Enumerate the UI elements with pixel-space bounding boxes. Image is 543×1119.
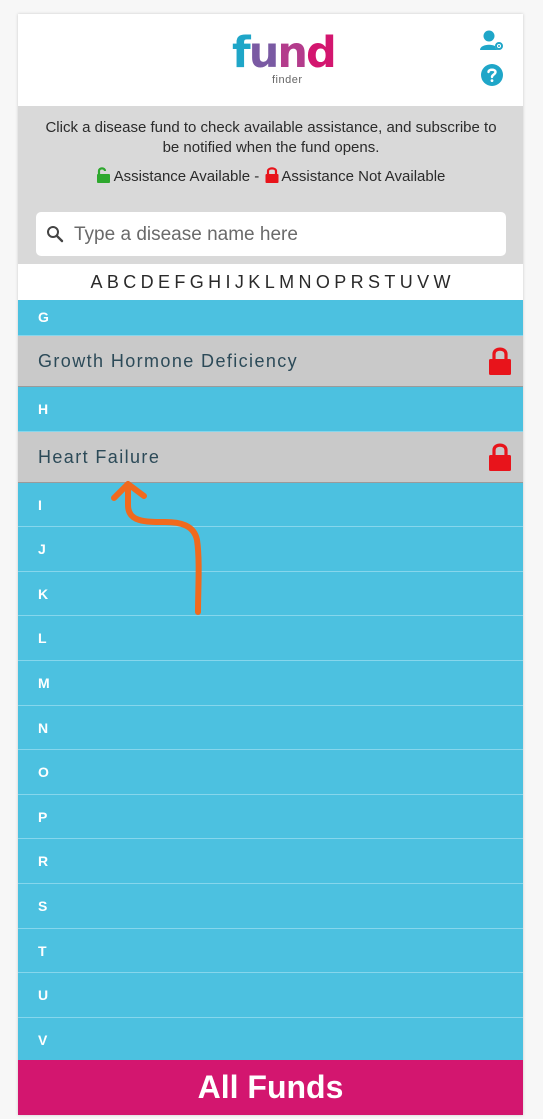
letter-header-u[interactable]: U bbox=[18, 973, 523, 1018]
header: fund finder bbox=[18, 14, 523, 106]
lock-icon bbox=[487, 442, 513, 472]
lock-icon bbox=[487, 346, 513, 376]
search-icon bbox=[47, 226, 64, 243]
alphabet-letter-d[interactable]: D bbox=[138, 272, 155, 293]
letter-header-r[interactable]: R bbox=[18, 839, 523, 884]
alphabet-letter-p[interactable]: P bbox=[332, 272, 348, 293]
letter-header-v[interactable]: V bbox=[18, 1017, 523, 1063]
logo-letter: u bbox=[248, 28, 280, 78]
letter-header-n[interactable]: N bbox=[18, 705, 523, 751]
search-box bbox=[36, 212, 506, 256]
letter-header-o[interactable]: O bbox=[18, 750, 523, 795]
alphabet-letter-w[interactable]: W bbox=[431, 272, 452, 293]
legend-available-label: Assistance Available - bbox=[113, 168, 264, 185]
alphabet-letter-f[interactable]: F bbox=[172, 272, 187, 293]
alphabet-letter-r[interactable]: R bbox=[348, 272, 365, 293]
alphabet-letter-u[interactable]: U bbox=[398, 272, 415, 293]
instructions-text: Click a disease fund to check available … bbox=[45, 119, 497, 156]
legend-not-available-label: Assistance Not Available bbox=[281, 168, 446, 185]
question-circle-icon[interactable] bbox=[479, 62, 505, 88]
letter-header-g[interactable]: G bbox=[18, 300, 523, 336]
alphabet-letter-k[interactable]: K bbox=[246, 272, 262, 293]
legend: Assistance Available - Assistance Not Av… bbox=[18, 166, 523, 185]
fund-name: Growth Hormone Deficiency bbox=[38, 351, 299, 371]
letter-header-i[interactable]: I bbox=[18, 482, 523, 528]
alphabet-letter-v[interactable]: V bbox=[415, 272, 431, 293]
letter-header-m[interactable]: M bbox=[18, 660, 523, 706]
fund-item-heart-failure[interactable]: Heart Failure bbox=[18, 431, 523, 483]
logo-letter: f bbox=[232, 28, 251, 78]
alphabet-letter-t[interactable]: T bbox=[382, 272, 397, 293]
user-gear-icon[interactable] bbox=[479, 28, 505, 54]
fund-name: Heart Failure bbox=[38, 446, 161, 467]
fund-finder-logo[interactable]: fund finder bbox=[232, 28, 337, 92]
all-funds-button[interactable]: All Funds bbox=[18, 1060, 523, 1115]
alphabet-letter-b[interactable]: B bbox=[105, 272, 121, 293]
letter-header-p[interactable]: P bbox=[18, 794, 523, 840]
unlocked-lock-icon bbox=[96, 166, 114, 184]
alphabet-index: ABCDEFGHIJKLMNOPRSTUVW bbox=[18, 264, 523, 300]
info-section: Click a disease fund to check available … bbox=[18, 106, 523, 264]
alphabet-letter-l[interactable]: L bbox=[263, 272, 277, 293]
alphabet-letter-a[interactable]: A bbox=[88, 272, 104, 293]
fund-list: G Growth Hormone Deficiency H Heart Fail… bbox=[18, 300, 523, 1063]
alphabet-letter-e[interactable]: E bbox=[156, 272, 172, 293]
alphabet-letter-j[interactable]: J bbox=[233, 272, 246, 293]
letter-header-h[interactable]: H bbox=[18, 387, 523, 432]
letter-header-s[interactable]: S bbox=[18, 883, 523, 929]
alphabet-letter-c[interactable]: C bbox=[121, 272, 138, 293]
locked-lock-icon bbox=[263, 166, 281, 184]
alphabet-letter-g[interactable]: G bbox=[188, 272, 206, 293]
alphabet-letter-h[interactable]: H bbox=[206, 272, 223, 293]
letter-header-j[interactable]: J bbox=[18, 527, 523, 572]
alphabet-letter-i[interactable]: I bbox=[223, 272, 232, 293]
fund-finder-panel: fund finder Click a disease fund to chec… bbox=[18, 14, 523, 1115]
disease-search-input[interactable] bbox=[72, 218, 496, 252]
fund-item-growth-hormone-deficiency[interactable]: Growth Hormone Deficiency bbox=[18, 336, 523, 387]
alphabet-letter-n[interactable]: N bbox=[296, 272, 313, 293]
logo-letter: d bbox=[305, 28, 337, 78]
letter-header-l[interactable]: L bbox=[18, 616, 523, 661]
letter-header-t[interactable]: T bbox=[18, 928, 523, 974]
logo-letter: n bbox=[277, 28, 308, 78]
logo-subtitle: finder bbox=[272, 74, 303, 86]
alphabet-letter-s[interactable]: S bbox=[366, 272, 382, 293]
alphabet-letter-m[interactable]: M bbox=[277, 272, 296, 293]
letter-header-k[interactable]: K bbox=[18, 571, 523, 617]
alphabet-letter-o[interactable]: O bbox=[314, 272, 332, 293]
